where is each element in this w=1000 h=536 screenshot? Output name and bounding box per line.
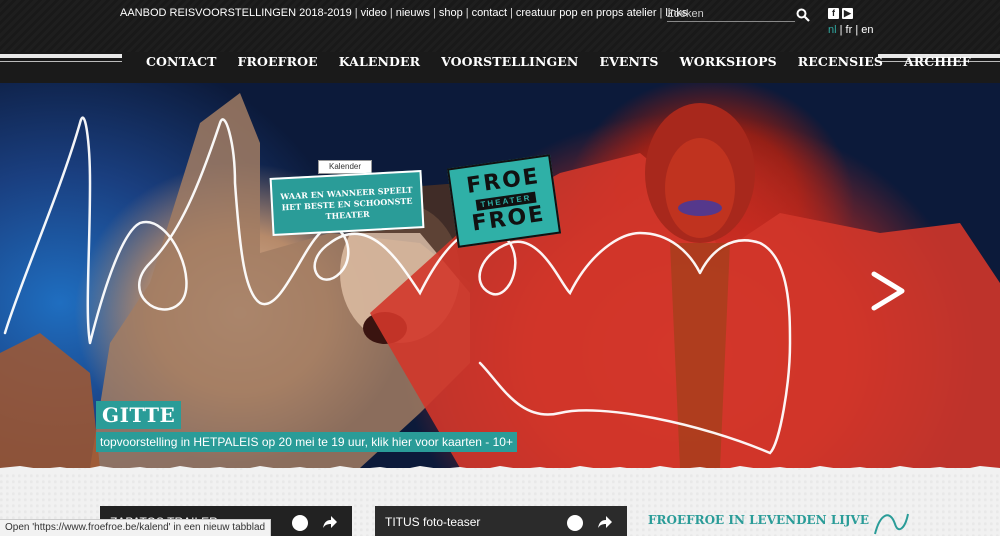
language-switcher: nl | fr | en [828,24,874,36]
nav-item-froefroe[interactable]: FROEFROE [238,54,318,69]
lang-nl[interactable]: nl [828,24,837,36]
search-input[interactable] [667,8,787,20]
top-link-creatuur[interactable]: creatuur pop en props atelier [516,7,657,19]
kalender-tooltip: Kalender [318,160,372,174]
top-link-contact[interactable]: contact [472,7,507,19]
top-link-aanbod[interactable]: AANBOD REISVOORSTELLINGEN 2018-2019 [120,7,352,19]
share-icon[interactable] [322,515,338,529]
video-player-titus[interactable]: TITUS foto-teaser [375,506,627,536]
share-icon[interactable] [597,515,613,529]
nav-item-contact[interactable]: CONTACT [146,54,217,69]
search-icon[interactable] [796,8,810,22]
slide-title-text: GITTE [102,403,176,427]
watch-later-icon[interactable] [292,515,308,531]
facebook-icon[interactable]: f [828,8,839,19]
lang-fr[interactable]: fr [846,24,853,36]
nav-item-archief[interactable]: ARCHIEF [904,54,971,69]
nav-item-events[interactable]: EVENTS [599,54,658,69]
hero-slider[interactable]: Kalender WAAR EN WANNEER SPEELT HET BEST… [0,83,1000,468]
nav-item-voorstellingen[interactable]: VOORSTELLINGEN [441,54,578,69]
slide-subtitle[interactable]: topvoorstelling in HETPALEIS op 20 mei t… [96,432,517,452]
nav-item-workshops[interactable]: WORKSHOPS [680,54,777,69]
top-link-nieuws[interactable]: nieuws [396,7,430,19]
froefroe-logo[interactable]: FROE THEATER FROE [446,154,562,248]
watch-later-icon[interactable] [567,515,583,531]
search-field [667,4,795,22]
slide-subtitle-text: topvoorstelling in HETPALEIS op 20 mei t… [100,435,513,449]
nav-item-kalender[interactable]: KALENDER [339,54,420,69]
torn-edge [0,466,1000,472]
top-link-shop[interactable]: shop [439,7,463,19]
main-nav-bar: CONTACT FROEFROE KALENDER VOORSTELLINGEN… [0,52,1000,83]
lang-en[interactable]: en [861,24,873,36]
section-heading: FROEFROE IN LEVENDEN LIJVE [648,513,870,527]
video-title[interactable]: TITUS foto-teaser [385,515,480,529]
nav-item-recensies[interactable]: RECENSIES [798,54,883,69]
youtube-icon[interactable]: ▶ [842,8,853,19]
top-link-video[interactable]: video [361,7,387,19]
kalender-promo[interactable]: WAAR EN WANNEER SPEELT HET BESTE EN SCHO… [269,170,425,236]
chevron-right-icon[interactable] [862,266,912,316]
top-bar: AANBOD REISVOORSTELLINGEN 2018-2019 | vide… [0,0,1000,52]
kalender-badge[interactable]: Kalender WAAR EN WANNEER SPEELT HET BEST… [268,156,425,242]
decorative-scribble-icon [874,513,909,535]
top-links: AANBOD REISVOORSTELLINGEN 2018-2019 | vide… [120,7,688,19]
main-nav: CONTACT FROEFROE KALENDER VOORSTELLINGEN… [146,54,971,69]
nav-stripe-left [0,54,122,58]
slide-title[interactable]: GITTE [96,401,182,429]
social-links: f ▶ [828,8,853,19]
nav-stripe-left-thin [0,61,122,62]
status-bar-url: Open 'https://www.froefroe.be/kalend' in… [0,519,272,536]
